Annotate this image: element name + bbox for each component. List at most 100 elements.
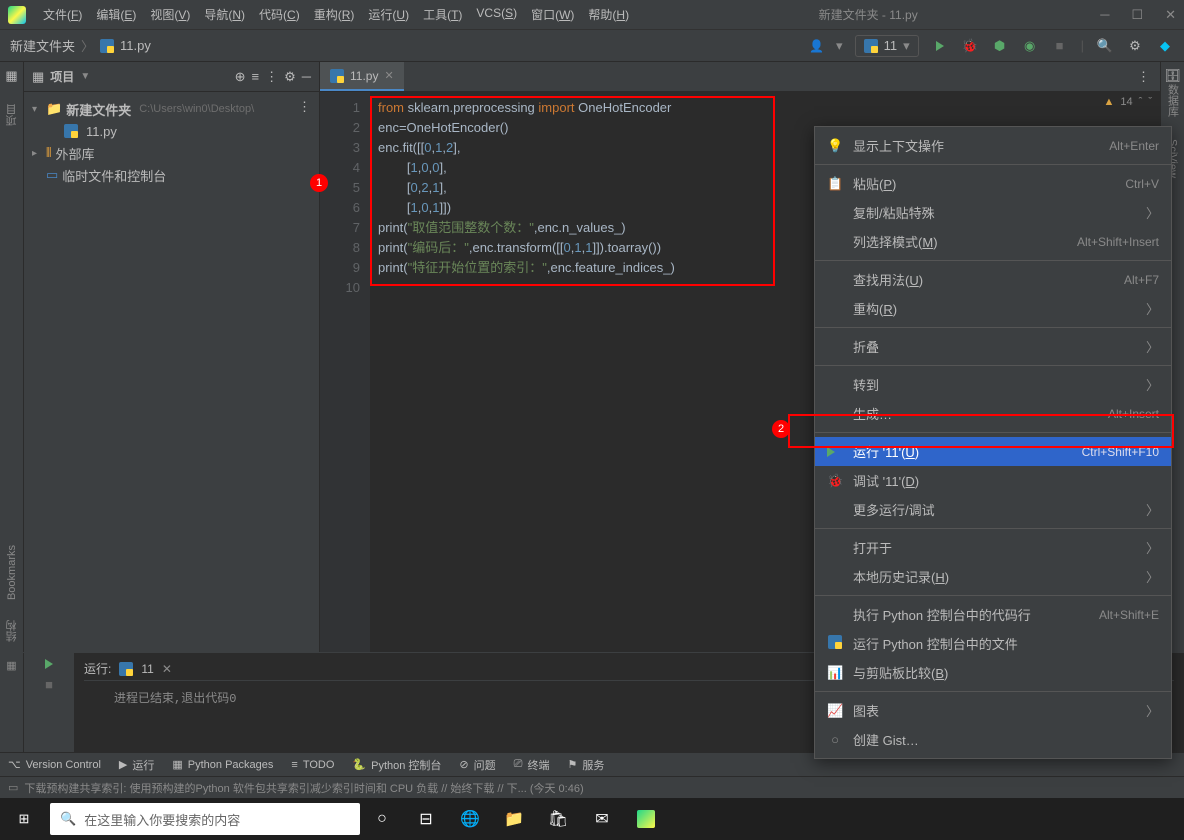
menu-item[interactable]: VCS(S) [469,6,524,23]
close-tab-icon[interactable]: ✕ [384,69,393,82]
project-tool-icon[interactable]: ▦ [5,68,17,84]
menu-item[interactable]: 重构(R) [307,6,362,23]
coverage-button[interactable]: ⬢ [991,37,1009,55]
tree-scratches[interactable]: ▭ 临时文件和控制台 [24,164,319,186]
context-menu-item[interactable]: 查找用法(U) Alt+F7 [815,265,1171,294]
next-highlight-icon[interactable]: ˇ [1148,96,1152,108]
prev-highlight-icon[interactable]: ˆ [1139,96,1143,108]
menu-item[interactable]: 窗口(W) [524,6,581,23]
run-config-label: 11 [141,662,153,676]
bottom-tool-tab[interactable]: 🐍Python 控制台 [352,757,441,773]
edge-icon[interactable]: 🌐 [448,798,492,840]
minimize-icon[interactable]: ─ [1100,7,1109,23]
context-menu-item[interactable]: 🐞 调试 '11'(D) [815,466,1171,495]
structure-tool-tab[interactable]: 结构 [4,620,20,642]
status-icon[interactable]: ▭ [8,781,18,794]
submenu-arrow-icon: 〉 [1146,538,1159,557]
bottom-tool-tab[interactable]: ▦Python Packages [172,758,273,771]
cortana-icon[interactable]: ○ [360,798,404,840]
taskbar-search[interactable]: 🔍 在这里输入你要搜索的内容 [50,803,360,835]
project-tool-tab[interactable]: 项目 [4,104,20,126]
close-run-tab-icon[interactable]: ✕ [162,662,172,676]
chevron-down-icon[interactable]: ▼ [80,71,90,82]
close-icon[interactable]: ✕ [1165,7,1176,23]
pycharm-taskbar-icon[interactable] [624,798,668,840]
project-tree[interactable]: ▾ 📁 新建文件夹 C:\Users\win0\Desktop\ 11.py ▸… [24,92,319,192]
mail-icon[interactable]: ✉ [580,798,624,840]
database-tool-tab[interactable]: 数据库 [1165,84,1181,117]
breadcrumb-root[interactable]: 新建文件夹 [10,36,75,55]
project-view-icon[interactable]: ▦ [32,69,44,85]
tree-external-libs[interactable]: ▸ ⫴ 外部库 [24,142,319,164]
menu-item[interactable]: 视图(V) [143,6,197,23]
context-menu-item[interactable]: 📋 粘贴(P) Ctrl+V [815,169,1171,198]
bottom-tool-tab[interactable]: ⊘问题 [459,757,495,773]
tab-options-icon[interactable]: ⋮ [1127,69,1160,85]
editor-tabs: 11.py ✕ ⋮ [320,62,1160,92]
context-menu-item[interactable]: 重构(R) 〉 [815,294,1171,323]
context-menu-item[interactable]: 转到 〉 [815,370,1171,399]
select-opened-file-icon[interactable]: ⊕ [235,69,246,85]
debug-button[interactable]: 🐞 [961,37,979,55]
menu-separator [815,260,1171,261]
stop-button[interactable]: ■ [1051,37,1069,55]
bottom-tool-tab[interactable]: ⌥Version Control [8,758,101,771]
tree-root-folder[interactable]: ▾ 📁 新建文件夹 C:\Users\win0\Desktop\ [24,98,319,120]
chevron-down-icon[interactable]: ▾ [32,104,42,115]
menu-item[interactable]: 运行(U) [361,6,416,23]
context-menu-item[interactable]: 📈 图表 〉 [815,696,1171,725]
inspection-indicator[interactable]: ▲ 14 ˆ ˇ [1104,96,1152,108]
task-view-icon[interactable]: ⊟ [404,798,448,840]
context-menu-item[interactable]: 执行 Python 控制台中的代码行 Alt+Shift+E [815,600,1171,629]
run-config-name: 11 [884,38,898,53]
explorer-icon[interactable]: 📁 [492,798,536,840]
profile-button[interactable]: ◉ [1021,37,1039,55]
editor-tab-active[interactable]: 11.py ✕ [320,62,404,91]
breadcrumb-file[interactable]: 11.py [120,38,151,53]
toolbox-icon[interactable]: ◆ [1156,37,1174,55]
context-menu-item[interactable]: 折叠 〉 [815,332,1171,361]
context-menu-item[interactable]: 本地历史记录(H) 〉 [815,562,1171,591]
menu-item[interactable]: 编辑(E) [89,6,143,23]
run-config-selector[interactable]: 11 ▾ [855,35,919,57]
chevron-right-icon[interactable]: ▸ [32,148,42,159]
context-menu-item[interactable]: 列选择模式(M) Alt+Shift+Insert [815,227,1171,256]
context-menu[interactable]: 💡 显示上下文操作 Alt+Enter 📋 粘贴(P) Ctrl+V 复制/粘贴… [814,126,1172,759]
code-line[interactable]: from sklearn.preprocessing import OneHot… [378,98,1160,118]
settings-button[interactable]: ⚙ [1126,37,1144,55]
hide-panel-icon[interactable]: ─ [302,69,311,84]
menu-item[interactable]: 代码(C) [252,6,307,23]
bottom-tool-tab[interactable]: ⚑服务 [567,757,604,773]
run-button[interactable] [931,37,949,55]
database-tool-icon[interactable]: 🗄 [1164,68,1181,84]
menu-item[interactable]: 文件(F) [36,6,89,23]
menu-item[interactable]: 帮助(H) [581,6,636,23]
context-menu-item[interactable]: 生成… Alt+Insert [815,399,1171,428]
context-menu-item[interactable]: 复制/粘贴特殊 〉 [815,198,1171,227]
context-menu-item[interactable]: 运行 Python 控制台中的文件 [815,629,1171,658]
stop-button[interactable]: ■ [45,677,53,692]
store-icon[interactable]: 🛍 [536,798,580,840]
settings-gear-icon[interactable]: ⚙ [284,69,296,85]
context-menu-item[interactable]: 运行 '11'(U) Ctrl+Shift+F10 [815,437,1171,466]
menu-item[interactable]: 导航(N) [197,6,252,23]
context-menu-item[interactable]: 📊 与剪贴板比较(B) [815,658,1171,687]
search-everywhere-button[interactable]: 🔍 [1096,37,1114,55]
run-tab-label[interactable]: ▦ [6,659,16,672]
tree-file-item[interactable]: 11.py [24,120,319,142]
rerun-button[interactable] [45,659,53,669]
start-button[interactable]: ⊞ [0,798,48,840]
bottom-tool-tab[interactable]: ▶运行 [119,757,154,773]
bottom-tool-tab[interactable]: ⎚终端 [514,757,550,773]
bottom-tool-tab[interactable]: ≡TODO [291,759,334,771]
context-menu-item[interactable]: 打开于 〉 [815,533,1171,562]
collapse-all-icon[interactable]: ⋮ [265,69,278,85]
user-icon[interactable] [809,38,824,53]
menu-item-shortcut: Ctrl+Shift+F10 [1082,445,1159,459]
menu-item[interactable]: 工具(T) [416,6,469,23]
maximize-icon[interactable]: ☐ [1131,7,1143,23]
bookmarks-tool-tab[interactable]: Bookmarks [6,545,18,600]
context-menu-item[interactable]: 更多运行/调试 〉 [815,495,1171,524]
expand-all-icon[interactable]: ≡ [252,69,260,84]
context-menu-item[interactable]: 💡 显示上下文操作 Alt+Enter [815,131,1171,160]
